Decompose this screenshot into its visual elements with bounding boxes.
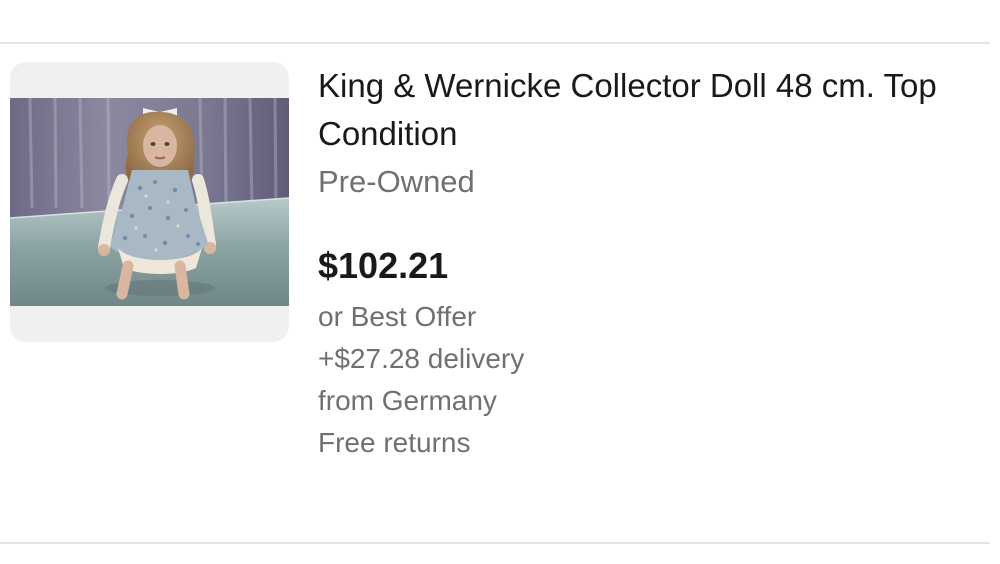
listing-image[interactable]: [10, 98, 289, 306]
best-offer-label: or Best Offer: [318, 301, 477, 332]
returns-policy: Free returns: [318, 427, 471, 458]
listing-price: $102.21: [318, 245, 449, 286]
listing-title[interactable]: King & Wernicke Collector Doll 48 cm. To…: [318, 62, 990, 158]
listing-condition: Pre-Owned: [318, 164, 475, 199]
search-results-page: King & Wernicke Collector Doll 48 cm. To…: [0, 0, 1000, 564]
delivery-cost: +$27.28 delivery: [318, 343, 525, 374]
listing-details: King & Wernicke Collector Doll 48 cm. To…: [318, 62, 990, 464]
item-location: from Germany: [318, 385, 497, 416]
listing-card[interactable]: King & Wernicke Collector Doll 48 cm. To…: [10, 62, 990, 532]
item-divider-top: [0, 42, 990, 44]
listing-image-container[interactable]: [10, 62, 289, 342]
item-divider-bottom: [0, 542, 990, 544]
